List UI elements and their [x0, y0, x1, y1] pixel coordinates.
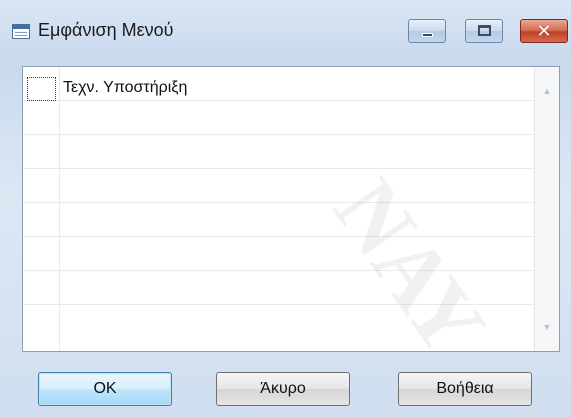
cancel-button[interactable]: Άκυρο	[216, 372, 350, 406]
list-row-empty[interactable]	[23, 135, 534, 169]
maximize-button[interactable]	[465, 19, 503, 43]
list-row-empty[interactable]	[23, 203, 534, 237]
scroll-up-arrow-icon[interactable]: ▲	[535, 85, 559, 97]
table-window-icon	[12, 24, 30, 39]
maximize-icon	[478, 25, 491, 36]
window-title: Εμφάνιση Μενού	[38, 20, 174, 40]
close-button[interactable]: ✕	[520, 19, 568, 43]
list-row-empty[interactable]	[23, 237, 534, 271]
ok-button[interactable]: OK	[38, 372, 172, 406]
list-item[interactable]: Τεχν. Υποστήριξη	[23, 67, 534, 101]
scroll-down-arrow-icon[interactable]: ▼	[535, 321, 559, 333]
list-row-empty[interactable]	[23, 271, 534, 305]
title-bar[interactable]: Εμφάνιση Μενού ✕	[0, 0, 571, 58]
list-row-empty[interactable]	[23, 101, 534, 135]
focus-rectangle	[27, 77, 56, 101]
menu-list[interactable]: Τεχν. Υποστήριξη ▲ ▼	[22, 66, 560, 352]
minimize-button[interactable]	[408, 19, 446, 43]
list-row-empty[interactable]	[23, 305, 534, 351]
list-item-label: Τεχν. Υποστήριξη	[63, 79, 188, 96]
menu-display-dialog: Εμφάνιση Μενού ✕ Τεχν. Υποστήριξη ▲ ▼ OK…	[0, 0, 571, 417]
minimize-icon	[422, 33, 433, 37]
close-icon: ✕	[536, 21, 552, 41]
list-row-empty[interactable]	[23, 169, 534, 203]
help-button[interactable]: Βοήθεια	[398, 372, 532, 406]
vertical-scrollbar[interactable]: ▲ ▼	[534, 67, 559, 351]
